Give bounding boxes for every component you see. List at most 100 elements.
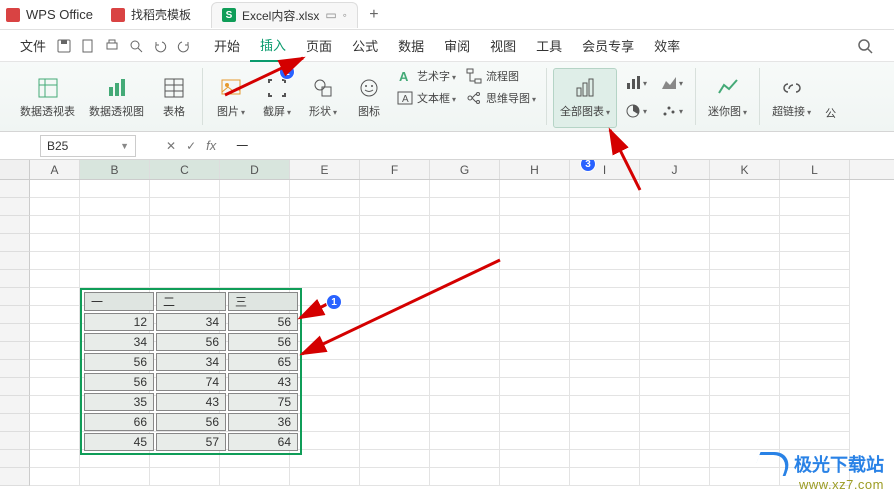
watermark-brand: 极光下载站: [794, 451, 884, 477]
spreadsheet-icon: S: [222, 8, 236, 22]
hyperlink-icon: [781, 77, 803, 99]
watermark-swoosh-icon: [752, 452, 795, 476]
wordart-icon: A: [397, 68, 413, 84]
wordart-button[interactable]: A 艺术字: [397, 68, 456, 84]
screenshot-button[interactable]: 截屏 2: [255, 68, 299, 128]
col-header[interactable]: L: [780, 160, 850, 179]
pivot-table-button[interactable]: 数据透视表: [14, 68, 81, 128]
col-header[interactable]: D: [220, 160, 290, 179]
selected-data-range[interactable]: 一二三 123456 345656 563465 567443 354375 6…: [80, 288, 302, 455]
new-icon[interactable]: [80, 38, 96, 54]
pivot-table-icon: [37, 77, 59, 99]
col-header[interactable]: A: [30, 160, 80, 179]
pie-chart-button[interactable]: [621, 98, 651, 124]
flowchart-icon: [466, 68, 482, 84]
picture-icon: [220, 77, 242, 99]
app-name: WPS Office: [26, 7, 93, 22]
preview-icon[interactable]: [128, 38, 144, 54]
undo-icon[interactable]: [152, 38, 168, 54]
menu-data[interactable]: 数据: [388, 30, 434, 62]
formula-group-button[interactable]: 公: [819, 68, 842, 128]
col-header[interactable]: H: [500, 160, 570, 179]
scatter-chart-button[interactable]: [657, 98, 687, 124]
menu-page[interactable]: 页面: [296, 30, 342, 62]
ribbon: 数据透视表 数据透视图 表格 图片 截屏 2 形状 图标: [0, 62, 894, 132]
chevron-down-icon[interactable]: ▼: [120, 141, 129, 151]
template-tab-icon[interactable]: [111, 8, 125, 22]
menu-insert[interactable]: 插入: [250, 30, 296, 62]
new-tab-button[interactable]: +: [362, 6, 386, 24]
pivot-chart-button[interactable]: 数据透视图: [83, 68, 150, 128]
col-header[interactable]: B: [80, 160, 150, 179]
col-header[interactable]: E: [290, 160, 360, 179]
mindmap-button[interactable]: 思维导图: [466, 90, 536, 106]
shape-button[interactable]: 形状: [301, 68, 345, 128]
menu-view[interactable]: 视图: [480, 30, 526, 62]
all-charts-icon: [574, 77, 596, 99]
textbox-button[interactable]: A 文本框: [397, 90, 456, 106]
menu-review[interactable]: 审阅: [434, 30, 480, 62]
select-all-corner[interactable]: [0, 160, 30, 179]
active-document-tab[interactable]: S Excel内容.xlsx ▭ ◦: [211, 2, 358, 28]
app-logo-icon: [6, 8, 20, 22]
quick-access-toolbar: [56, 38, 192, 54]
pivot-chart-icon: [106, 77, 128, 99]
fx-icon[interactable]: fx: [206, 138, 216, 153]
area-chart-icon: [661, 75, 677, 91]
confirm-icon[interactable]: ✓: [186, 139, 196, 153]
svg-text:A: A: [402, 94, 409, 105]
title-bar: WPS Office 找稻壳模板 S Excel内容.xlsx ▭ ◦ +: [0, 0, 894, 30]
column-headers: A B C D E F G H I J K L: [0, 160, 894, 180]
flowchart-button[interactable]: 流程图: [466, 68, 536, 84]
template-tab[interactable]: 找稻壳模板: [131, 6, 191, 23]
menu-bar: 文件 开始 插入 页面 公式 数据 审阅 视图 工具 会员专享 效率: [0, 30, 894, 62]
all-charts-button[interactable]: 全部图表: [553, 68, 617, 128]
menu-member[interactable]: 会员专享: [572, 30, 644, 62]
badge-2: 2: [279, 64, 295, 80]
search-icon[interactable]: [856, 37, 874, 55]
bar-chart-icon: [625, 75, 641, 91]
col-header[interactable]: K: [710, 160, 780, 179]
area-chart-button[interactable]: [657, 70, 687, 96]
save-icon[interactable]: [56, 38, 72, 54]
textbox-icon: A: [397, 90, 413, 106]
table-icon: [163, 77, 185, 99]
tab-menu-icon[interactable]: ▭: [325, 8, 336, 22]
name-box[interactable]: B25 ▼: [40, 135, 136, 157]
shape-icon: [312, 77, 334, 99]
col-header[interactable]: G: [430, 160, 500, 179]
active-tab-label: Excel内容.xlsx: [242, 7, 319, 24]
bar-chart-button[interactable]: [621, 70, 651, 96]
tab-pin-icon[interactable]: ◦: [343, 8, 347, 22]
sparkline-button[interactable]: 迷你图: [702, 68, 753, 128]
mindmap-icon: [466, 90, 482, 106]
formula-value[interactable]: 一: [236, 137, 248, 154]
scatter-chart-icon: [661, 103, 677, 119]
watermark-url: www.xz7.com: [756, 477, 884, 492]
menu-file[interactable]: 文件: [10, 30, 56, 62]
menu-tools[interactable]: 工具: [526, 30, 572, 62]
print-icon[interactable]: [104, 38, 120, 54]
name-box-value: B25: [47, 139, 68, 153]
icon-button[interactable]: 图标: [347, 68, 391, 128]
picture-button[interactable]: 图片: [209, 68, 253, 128]
sticker-icon: [358, 77, 380, 99]
formula-bar: B25 ▼ ✕ ✓ fx 一: [0, 132, 894, 160]
sparkline-icon: [717, 77, 739, 99]
menu-efficiency[interactable]: 效率: [644, 30, 690, 62]
table-button[interactable]: 表格: [152, 68, 196, 128]
screenshot-icon: [266, 77, 288, 99]
redo-icon[interactable]: [176, 38, 192, 54]
cancel-icon[interactable]: ✕: [166, 139, 176, 153]
hyperlink-button[interactable]: 超链接: [766, 68, 817, 128]
spreadsheet-grid[interactable]: A B C D E F G H I J K L 一二三 123456 34565…: [0, 160, 894, 500]
watermark: 极光下载站 www.xz7.com: [756, 451, 884, 492]
menu-start[interactable]: 开始: [204, 30, 250, 62]
col-header[interactable]: C: [150, 160, 220, 179]
menu-formula[interactable]: 公式: [342, 30, 388, 62]
pie-chart-icon: [625, 103, 641, 119]
svg-text:A: A: [399, 69, 409, 84]
col-header[interactable]: F: [360, 160, 430, 179]
col-header[interactable]: J: [640, 160, 710, 179]
badge-1: 1: [326, 294, 342, 310]
